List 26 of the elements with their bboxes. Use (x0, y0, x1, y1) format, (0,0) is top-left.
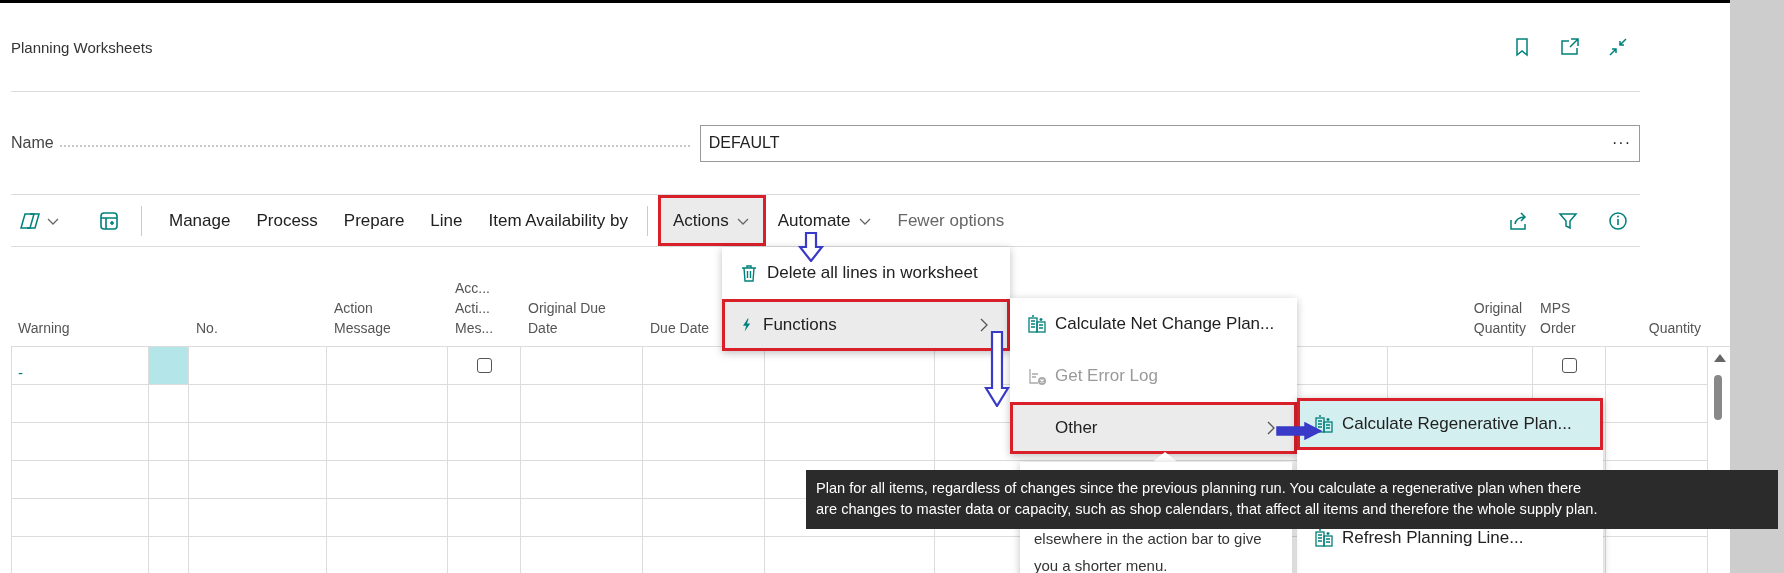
warning-text: - (18, 364, 23, 381)
menu-item[interactable]: Delete all lines in worksheet (722, 247, 1010, 299)
toolbar-menu[interactable]: Prepare (330, 200, 418, 241)
column-header[interactable]: Acc... Acti... Mes... (455, 278, 494, 338)
column-header[interactable]: Original Quantity (1473, 298, 1526, 338)
toolbar-menu[interactable]: Item Availability by (475, 200, 641, 241)
toolbar-menu[interactable]: Line (417, 200, 476, 241)
column-header[interactable]: Warning (18, 318, 70, 338)
page-title: Planning Worksheets (11, 38, 154, 56)
column-header[interactable]: MPS Order (1540, 298, 1576, 338)
column-header[interactable]: Original Due Date (528, 298, 606, 338)
menu-item[interactable]: Functions (722, 299, 1010, 351)
toolbar-menu[interactable]: Process (243, 200, 331, 241)
field-label: Name (11, 134, 54, 152)
column-header[interactable]: Due Date (650, 318, 710, 338)
fewer-options-button[interactable]: Fewer options (884, 200, 1018, 241)
tooltip: Plan for all items, regardless of changes since the previous planning run. You calculate a regenerative plan when there are changes to master data or capacity, such as shop calendars, that affect all items and therefore the whole supply plan. (806, 470, 1778, 529)
menu-item[interactable]: Calculate Regenerative Plan... (1297, 398, 1603, 450)
column-header[interactable]: Action Message (334, 298, 391, 338)
name-field[interactable]: DEFAULT ··· (699, 124, 1640, 162)
column-header[interactable]: Quantity (1648, 318, 1701, 338)
toolbar-dropdown[interactable]: Actions (658, 195, 766, 246)
menu-item[interactable]: Calculate Net Change Plan... (1010, 298, 1297, 350)
toolbar-menu[interactable]: Manage (156, 200, 244, 241)
menu-item[interactable]: Other (1010, 402, 1297, 454)
column-header[interactable]: No. (196, 318, 218, 338)
